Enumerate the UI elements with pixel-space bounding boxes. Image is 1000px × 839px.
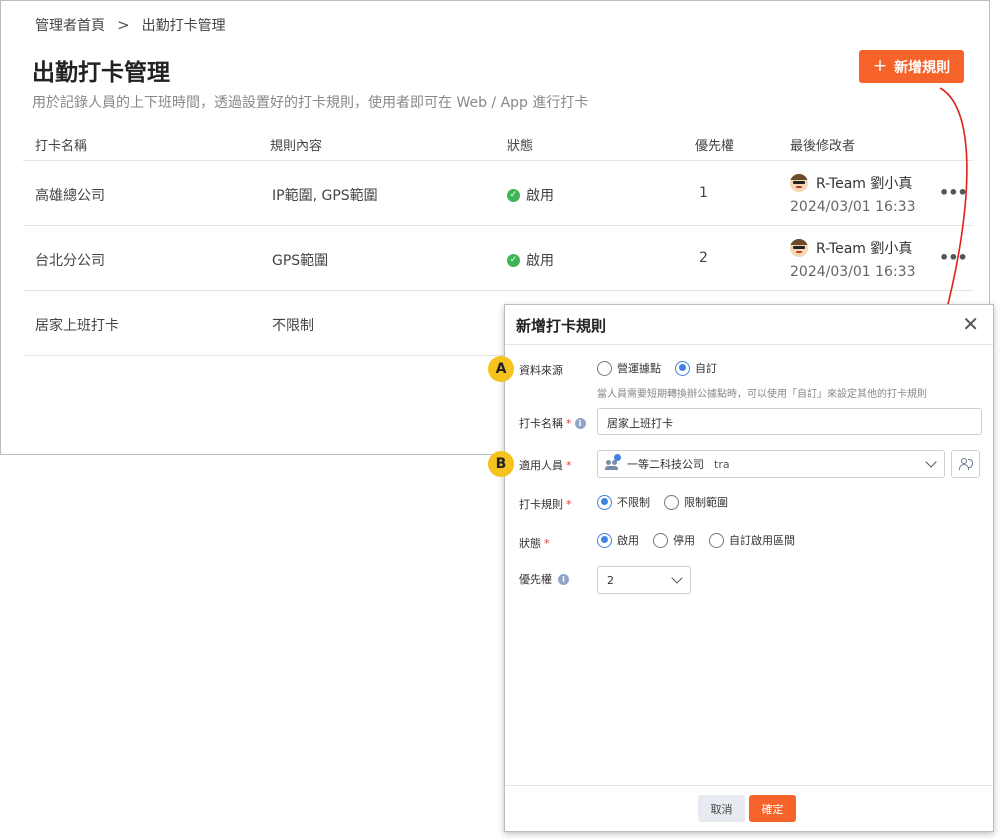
info-icon: i <box>558 573 569 585</box>
priority-select[interactable]: 2 <box>597 566 691 594</box>
header-name: 打卡名稱 <box>35 139 88 154</box>
selected-org-tag: 一等二科技公司 <box>627 458 704 471</box>
source-hint: 當人員需要短期轉換辦公據點時，可以使用「自訂」來設定其他的打卡規則 <box>597 389 927 400</box>
cell-status: ✓ 啟用 <box>507 250 554 270</box>
avatar <box>790 174 808 192</box>
modified-time: 2024/03/01 16:33 <box>790 199 916 215</box>
chevron-down-icon <box>671 572 683 584</box>
applicable-label: 適用人員 * <box>519 458 572 473</box>
page: 管理者首頁 > 出勤打卡管理 出勤打卡管理 用於記錄人員的上下班時間，透過設置好… <box>0 0 1000 839</box>
cell-priority: 2 <box>699 250 708 266</box>
status-text: 啟用 <box>526 253 554 269</box>
cell-modifier: R-Team 劉小真 2024/03/01 16:33 <box>790 238 916 280</box>
dialog-title: 新增打卡規則 <box>516 317 607 335</box>
status-label: 狀態 * <box>519 536 550 551</box>
table-row[interactable]: 台北分公司 GPS範圍 ✓ 啟用 2 R-Team 劉小真 2024/03/01… <box>23 226 973 291</box>
header-modifier: 最後修改者 <box>790 139 856 154</box>
cell-priority: 1 <box>699 185 708 201</box>
avatar <box>790 239 808 257</box>
info-icon: i <box>574 417 586 429</box>
breadcrumb-home[interactable]: 管理者首頁 <box>35 15 105 35</box>
cell-rule: GPS範圍 <box>272 253 329 269</box>
users-icon <box>958 458 973 470</box>
check-circle-icon: ✓ <box>507 253 520 267</box>
search-query: tra <box>714 457 730 471</box>
member-picker-button[interactable] <box>951 450 980 478</box>
source-option-custom[interactable]: 自訂 <box>675 360 717 376</box>
cell-rule: IP範圍, GPS範圍 <box>272 188 378 204</box>
cancel-button[interactable]: 取消 <box>698 795 745 822</box>
radio-button[interactable] <box>709 532 724 548</box>
cell-modifier: R-Team 劉小真 2024/03/01 16:33 <box>790 173 916 215</box>
add-rule-dialog: 新增打卡規則 ✕ 資料來源 營運據點 自訂 當人員需要短期轉換辦公據點時，可以使… <box>504 304 994 832</box>
source-option-site[interactable]: 營運據點 <box>597 360 661 376</box>
dialog-footer: 取消 確定 <box>505 785 993 831</box>
header-rule: 規則內容 <box>270 139 323 154</box>
rule-option-unlimited[interactable]: 不限制 <box>597 494 650 510</box>
rule-radio-group: 不限制 限制範圍 <box>597 494 728 510</box>
radio-button[interactable] <box>664 494 679 510</box>
page-description: 用於記錄人員的上下班時間，透過設置好的打卡規則，使用者即可在 Web / App… <box>32 95 589 111</box>
header-priority: 優先權 <box>695 139 735 154</box>
source-label: 資料來源 <box>519 364 563 377</box>
dialog-header: 新增打卡規則 ✕ <box>505 305 993 345</box>
rule-label: 打卡規則 * <box>519 497 572 512</box>
cell-name: 台北分公司 <box>35 253 105 269</box>
radio-button[interactable] <box>597 360 612 376</box>
confirm-button[interactable]: 確定 <box>749 795 796 822</box>
add-rule-button[interactable]: + 新增規則 <box>859 50 964 83</box>
status-option-custom-period[interactable]: 自訂啟用區間 <box>709 532 795 548</box>
rule-name-input[interactable]: 居家上班打卡 <box>597 408 982 435</box>
cell-rule: 不限制 <box>272 318 314 334</box>
breadcrumb-current: 出勤打卡管理 <box>141 18 226 34</box>
callout-arrow <box>936 87 968 324</box>
applicable-members-select[interactable]: 一等二科技公司 tra <box>597 450 945 478</box>
chevron-right-icon: > <box>117 16 130 34</box>
group-icon <box>605 454 621 471</box>
name-label: 打卡名稱 * i <box>519 415 586 431</box>
radio-button[interactable] <box>675 360 690 376</box>
radio-button[interactable] <box>597 532 612 548</box>
modifier-name: R-Team 劉小真 <box>816 176 913 192</box>
annotation-marker-b: B <box>488 451 514 477</box>
cell-status: ✓ 啟用 <box>507 185 554 205</box>
radio-button[interactable] <box>597 494 612 510</box>
modifier-name: R-Team 劉小真 <box>816 241 913 257</box>
check-circle-icon: ✓ <box>507 188 520 202</box>
header-status: 狀態 <box>507 139 534 154</box>
breadcrumb: 管理者首頁 > 出勤打卡管理 <box>35 15 226 35</box>
annotation-marker-a: A <box>488 356 514 382</box>
plus-icon: + <box>872 56 888 76</box>
rule-option-range[interactable]: 限制範圍 <box>664 494 728 510</box>
status-option-disabled[interactable]: 停用 <box>653 532 695 548</box>
priority-label: 優先權 i <box>519 571 569 587</box>
status-radio-group: 啟用 停用 自訂啟用區間 <box>597 532 795 548</box>
cell-name: 居家上班打卡 <box>35 318 119 334</box>
status-text: 啟用 <box>526 188 554 204</box>
table-header: 打卡名稱 規則內容 狀態 優先權 最後修改者 <box>23 125 973 161</box>
status-option-enabled[interactable]: 啟用 <box>597 532 639 548</box>
source-radio-group: 營運據點 自訂 <box>597 360 717 376</box>
chevron-down-icon <box>925 456 937 468</box>
radio-button[interactable] <box>653 532 668 548</box>
table-row[interactable]: 高雄總公司 IP範圍, GPS範圍 ✓ 啟用 1 R-Team 劉小真 2024… <box>23 161 973 226</box>
modified-time: 2024/03/01 16:33 <box>790 264 916 280</box>
add-rule-label: 新增規則 <box>894 59 951 76</box>
page-title: 出勤打卡管理 <box>32 60 170 86</box>
cell-name: 高雄總公司 <box>35 188 105 204</box>
close-icon[interactable]: ✕ <box>962 312 979 336</box>
